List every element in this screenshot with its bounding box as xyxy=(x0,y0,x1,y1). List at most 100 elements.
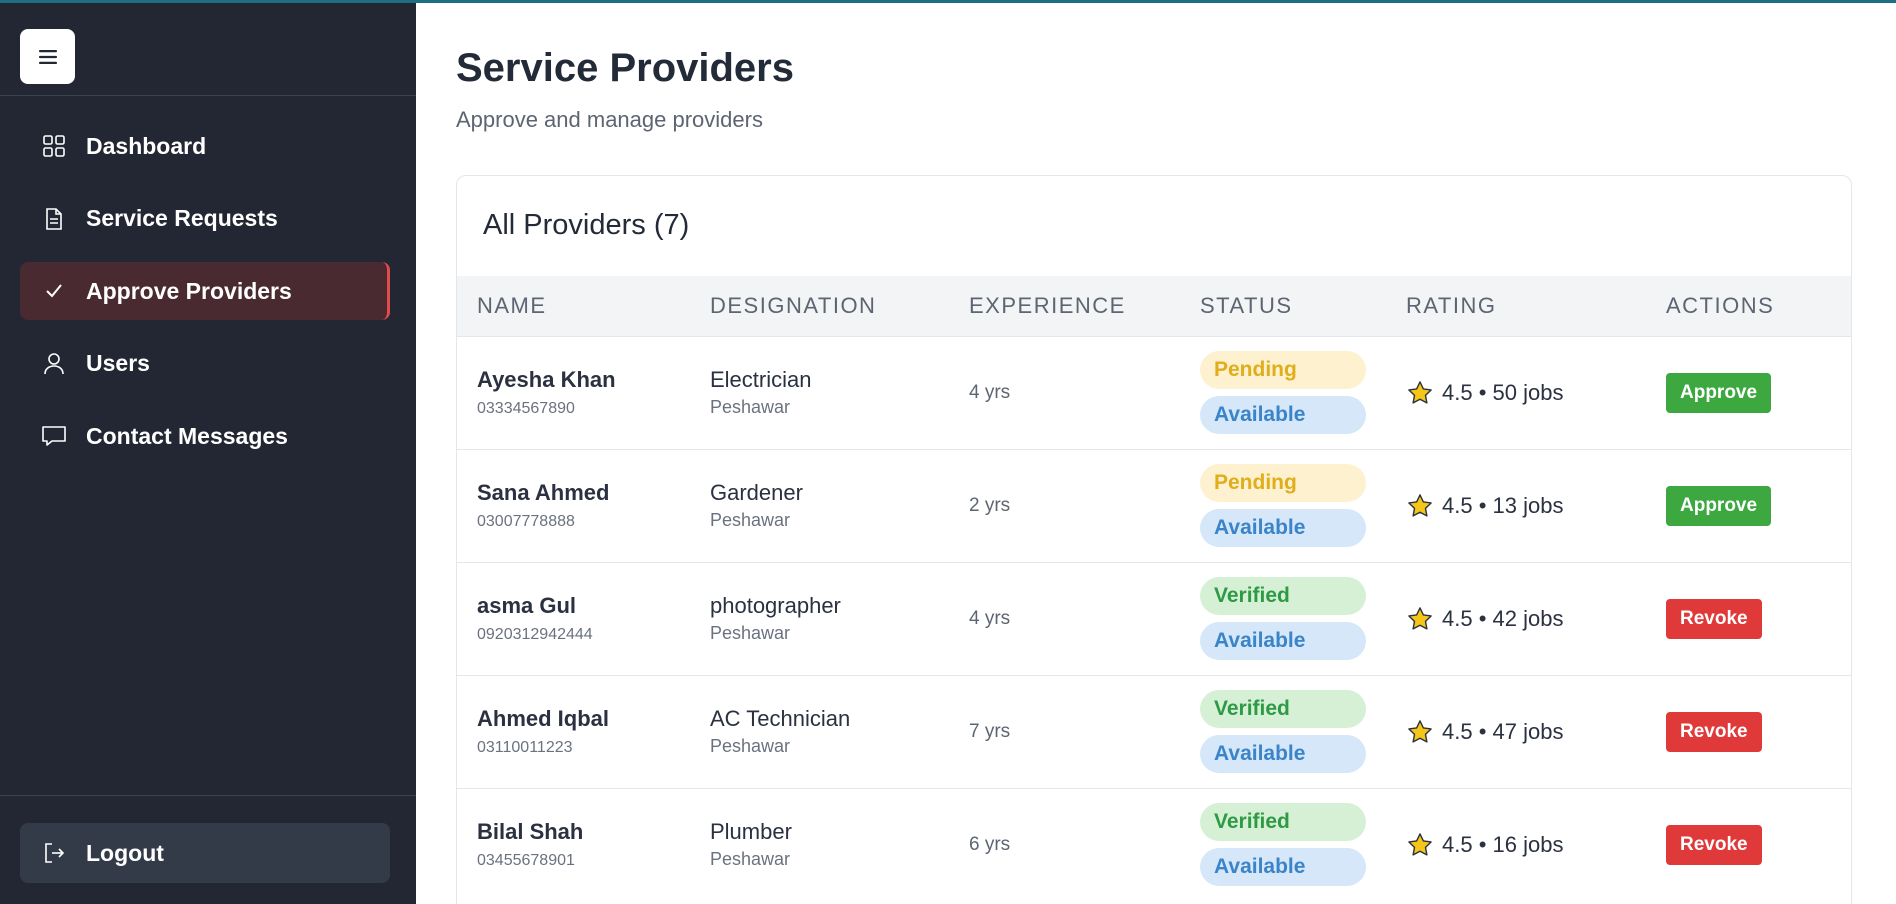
column-header-status: STATUS xyxy=(1200,292,1293,318)
name-cell: Ayesha Khan 03334567890 xyxy=(457,336,710,449)
status-cell: Verified Available xyxy=(1200,788,1406,901)
experience-cell: 4 yrs xyxy=(969,562,1200,675)
top-accent-line xyxy=(0,0,1896,3)
rating-cell: 4.5 • 42 jobs xyxy=(1406,562,1666,675)
table-row: Ahmed Iqbal 03110011223 AC Technician Pe… xyxy=(457,675,1851,788)
availability-badge: Available xyxy=(1200,735,1366,773)
sidebar-item-label: Service Requests xyxy=(86,205,278,232)
provider-city: Peshawar xyxy=(710,397,791,417)
star-icon xyxy=(1408,380,1432,404)
status-cell: Pending Available xyxy=(1200,336,1406,449)
provider-designation: AC Technician xyxy=(710,706,851,731)
status-cell: Pending Available xyxy=(1200,449,1406,562)
approve-button[interactable]: Approve xyxy=(1666,372,1772,413)
sidebar-item-label: Contact Messages xyxy=(86,422,288,449)
star-icon xyxy=(1408,832,1432,856)
name-cell: Ahmed Iqbal 03110011223 xyxy=(457,675,710,788)
provider-name: asma Gul xyxy=(477,593,577,618)
provider-name: Ayesha Khan xyxy=(477,367,616,392)
providers-table: NAME DESIGNATION EXPERIENCE STATUS RATIN… xyxy=(457,276,1851,901)
provider-rating: 4.5 • 42 jobs xyxy=(1442,605,1564,631)
actions-cell: Revoke xyxy=(1666,788,1851,901)
actions-cell: Approve xyxy=(1666,449,1851,562)
designation-cell: Electrician Peshawar xyxy=(710,336,969,449)
chat-icon xyxy=(40,422,68,450)
logout-label: Logout xyxy=(86,839,164,866)
provider-experience: 7 yrs xyxy=(969,720,1011,742)
designation-cell: Plumber Peshawar xyxy=(710,788,969,901)
logout-button[interactable]: Logout xyxy=(20,823,390,883)
availability-badge: Available xyxy=(1200,848,1366,887)
card-title: All Providers (7) xyxy=(483,209,690,241)
provider-experience: 4 yrs xyxy=(969,607,1011,629)
name-cell: asma Gul 0920312942444 xyxy=(457,562,710,675)
provider-name: Bilal Shah xyxy=(477,819,584,845)
document-icon xyxy=(40,205,68,233)
table-row: Sana Ahmed 03007778888 Gardener Peshawar… xyxy=(457,449,1851,562)
star-icon xyxy=(1408,719,1432,743)
column-header-name: NAME xyxy=(477,292,547,318)
provider-city: Peshawar xyxy=(710,623,791,643)
logout-icon xyxy=(40,839,68,867)
rating-cell: 4.5 • 13 jobs xyxy=(1406,449,1666,562)
hamburger-icon xyxy=(38,49,57,64)
check-icon xyxy=(40,277,68,305)
sidebar-item-dashboard[interactable]: Dashboard xyxy=(20,117,390,175)
provider-name: Ahmed Iqbal xyxy=(477,706,610,731)
actions-cell: Approve xyxy=(1666,336,1851,449)
provider-phone: 03334567890 xyxy=(477,400,575,417)
sidebar-item-label: Approve Providers xyxy=(86,277,292,304)
table-row: asma Gul 0920312942444 photographer Pesh… xyxy=(457,562,1851,675)
provider-designation: Electrician xyxy=(710,367,812,392)
menu-toggle-button[interactable] xyxy=(20,29,75,84)
designation-cell: AC Technician Peshawar xyxy=(710,675,969,788)
approve-button[interactable]: Approve xyxy=(1666,485,1772,526)
column-header-experience: EXPERIENCE xyxy=(969,292,1126,318)
provider-phone: 03455678901 xyxy=(477,852,575,870)
provider-city: Peshawar xyxy=(710,849,791,870)
availability-badge: Available xyxy=(1200,509,1366,547)
actions-cell: Revoke xyxy=(1666,675,1851,788)
table-row: Ayesha Khan 03334567890 Electrician Pesh… xyxy=(457,336,1851,449)
name-cell: Bilal Shah 03455678901 xyxy=(457,788,710,901)
table-row: Bilal Shah 03455678901 Plumber Peshawar … xyxy=(457,788,1851,901)
revoke-button[interactable]: Revoke xyxy=(1666,598,1762,639)
status-badge: Pending xyxy=(1200,464,1366,502)
provider-phone: 03110011223 xyxy=(477,739,573,756)
user-icon xyxy=(40,350,68,378)
page-subtitle: Approve and manage providers xyxy=(456,107,763,132)
status-badge: Verified xyxy=(1200,577,1366,615)
provider-city: Peshawar xyxy=(710,736,791,756)
availability-badge: Available xyxy=(1200,396,1366,434)
provider-designation: Plumber xyxy=(710,819,792,845)
column-header-rating: RATING xyxy=(1406,292,1497,318)
main-content: Service Providers Approve and manage pro… xyxy=(416,0,1896,904)
revoke-button[interactable]: Revoke xyxy=(1666,824,1762,865)
provider-phone: 0920312942444 xyxy=(477,626,593,643)
column-header-actions: ACTIONS xyxy=(1666,292,1775,318)
sidebar-item-approve-providers[interactable]: Approve Providers xyxy=(20,262,390,321)
revoke-button[interactable]: Revoke xyxy=(1666,711,1762,752)
experience-cell: 4 yrs xyxy=(969,336,1200,449)
provider-city: Peshawar xyxy=(710,510,791,530)
name-cell: Sana Ahmed 03007778888 xyxy=(457,449,710,562)
grid-icon xyxy=(40,132,68,160)
sidebar-item-contact-messages[interactable]: Contact Messages xyxy=(20,407,390,465)
sidebar: Dashboard Service Requests Approve Provi… xyxy=(0,0,416,904)
sidebar-item-label: Users xyxy=(86,350,150,377)
sidebar-header xyxy=(0,0,416,96)
status-badge: Verified xyxy=(1200,803,1366,842)
provider-rating: 4.5 • 16 jobs xyxy=(1442,831,1564,857)
provider-designation: Gardener xyxy=(710,480,803,505)
status-badge: Pending xyxy=(1200,351,1366,389)
provider-rating: 4.5 • 50 jobs xyxy=(1442,379,1564,405)
sidebar-footer: Logout xyxy=(0,795,416,904)
star-icon xyxy=(1408,606,1432,630)
provider-experience: 6 yrs xyxy=(969,833,1011,855)
experience-cell: 6 yrs xyxy=(969,788,1200,901)
sidebar-item-service-requests[interactable]: Service Requests xyxy=(20,190,390,248)
provider-rating: 4.5 • 13 jobs xyxy=(1442,492,1564,518)
actions-cell: Revoke xyxy=(1666,562,1851,675)
sidebar-item-users[interactable]: Users xyxy=(20,335,390,393)
provider-experience: 4 yrs xyxy=(969,381,1011,403)
